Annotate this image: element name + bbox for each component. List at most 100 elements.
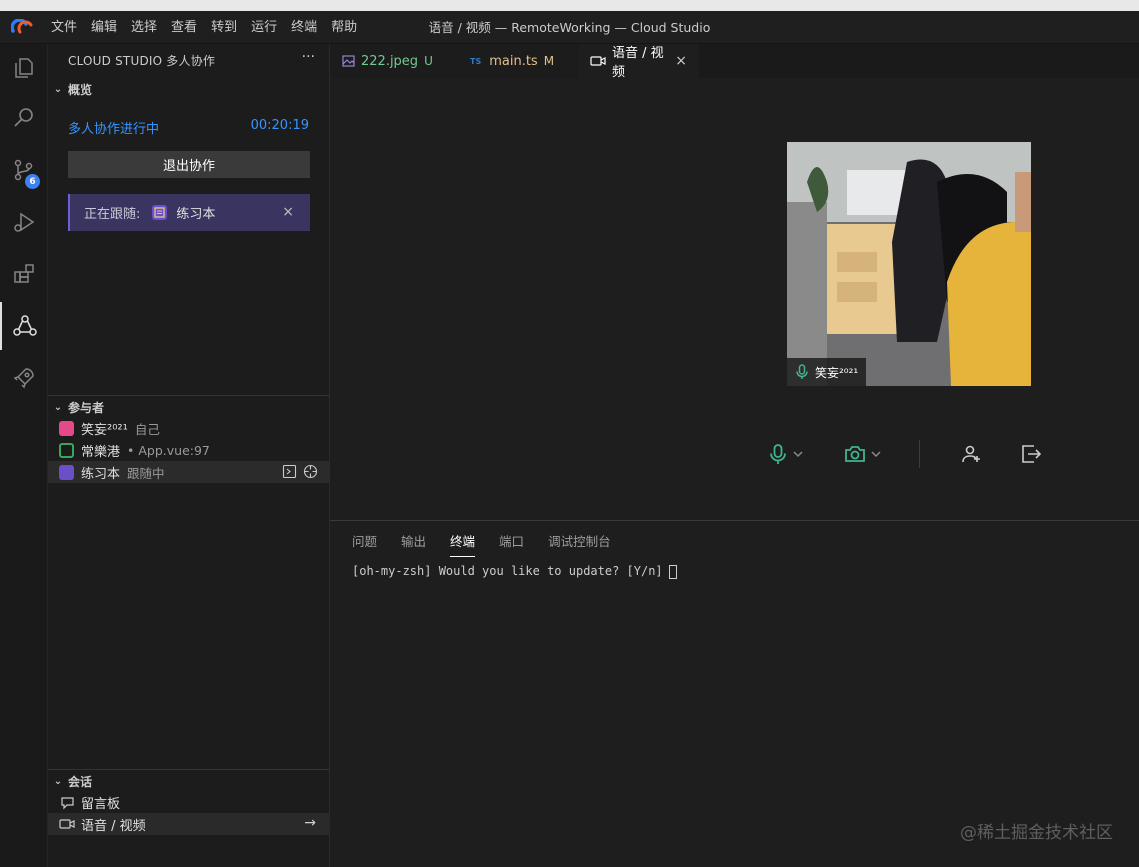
- participant-row[interactable]: 笑妄²⁰²¹ 自己: [48, 417, 330, 439]
- comment-icon: [59, 794, 75, 810]
- title-bar: 文件 编辑 选择 查看 转到 运行 终端 帮助 语音 / 视频 — Remote…: [0, 11, 1139, 44]
- video-frame-image: [787, 142, 1031, 386]
- conversation-item-message-board[interactable]: 留言板: [48, 791, 330, 813]
- ts-icon: TS: [470, 56, 482, 66]
- tab-status: U: [424, 54, 433, 68]
- window-top-strip: [0, 0, 1139, 11]
- tab-problems[interactable]: 问题: [352, 531, 377, 557]
- participant-video-feed: 笑妄²⁰²¹: [787, 142, 1031, 386]
- chevron-down-icon[interactable]: [870, 448, 882, 460]
- section-participants-title: 参与者: [68, 400, 105, 415]
- menu-terminal[interactable]: 终端: [284, 11, 324, 44]
- conversation-label: 留言板: [81, 796, 121, 812]
- camera-control[interactable]: [844, 440, 882, 468]
- video-participant-name: 笑妄²⁰²¹: [815, 365, 859, 380]
- leave-call-button[interactable]: [1020, 440, 1042, 468]
- avatar: [59, 420, 74, 436]
- video-call-view: 笑妄²⁰²¹: [330, 78, 1139, 520]
- rocket-icon[interactable]: [0, 354, 48, 402]
- source-control-icon[interactable]: 6: [0, 146, 48, 194]
- section-conversation[interactable]: ⌄ 会话: [48, 770, 330, 792]
- files-icon[interactable]: [0, 44, 48, 92]
- tab-terminal[interactable]: 终端: [450, 531, 476, 557]
- section-conversation-title: 会话: [68, 774, 93, 789]
- menu-help[interactable]: 帮助: [324, 11, 364, 44]
- camera-icon[interactable]: [844, 444, 866, 464]
- video-icon: [59, 816, 75, 832]
- section-overview-title: 概览: [68, 82, 93, 97]
- controls-divider: [919, 440, 920, 468]
- invite-participant-button[interactable]: [961, 440, 983, 468]
- crosshair-icon[interactable]: [303, 464, 318, 479]
- tab-image[interactable]: 222.jpeg U: [330, 44, 458, 78]
- cloud-studio-logo-icon: [10, 15, 34, 39]
- video-icon: [590, 55, 606, 67]
- chevron-down-icon[interactable]: [792, 448, 804, 460]
- participant-name: 练习本: [81, 466, 121, 482]
- collaboration-icon[interactable]: [0, 302, 48, 350]
- menu-edit[interactable]: 编辑: [84, 11, 124, 44]
- exit-icon[interactable]: [1020, 444, 1042, 464]
- tab-voice-video[interactable]: 语音 / 视频 ×: [578, 44, 700, 80]
- menu-go[interactable]: 转到: [204, 11, 244, 44]
- participant-row[interactable]: 练习本 跟随中: [48, 461, 330, 483]
- microphone-control[interactable]: [768, 440, 804, 468]
- participant-detail: 自己: [134, 421, 160, 437]
- avatar: [59, 442, 74, 458]
- chevron-down-icon: ⌄: [53, 775, 63, 787]
- following-name: 练习本: [176, 207, 216, 222]
- source-control-badge: 6: [25, 174, 40, 189]
- chevron-down-icon: ⌄: [53, 83, 63, 95]
- tab-label: 222.jpeg: [361, 53, 419, 69]
- add-user-icon[interactable]: [961, 444, 983, 464]
- terminal-cursor: [668, 564, 677, 579]
- sidebar-header-title: CLOUD STUDIO 多人协作: [68, 54, 216, 68]
- tab-output[interactable]: 输出: [401, 531, 426, 557]
- microphone-icon[interactable]: [768, 443, 788, 465]
- section-participants[interactable]: ⌄ 参与者: [48, 396, 330, 418]
- bottom-panel: 问题 输出 终端 端口 调试控制台 [oh-my-zsh] Would you …: [330, 520, 1139, 867]
- collaboration-sidebar: CLOUD STUDIO 多人协作 ··· ⌄ 概览 多人协作进行中 00:20…: [48, 44, 330, 867]
- extensions-icon[interactable]: [0, 250, 48, 298]
- more-actions-icon[interactable]: ···: [302, 49, 315, 65]
- conversation-item-voice-video[interactable]: 语音 / 视频 →: [48, 813, 330, 835]
- image-icon: [342, 55, 355, 67]
- terminal-output[interactable]: [oh-my-zsh] Would you like to update? [Y…: [352, 564, 677, 579]
- tab-debug-console[interactable]: 调试控制台: [548, 531, 611, 557]
- participant-name: 笑妄²⁰²¹: [81, 422, 128, 438]
- avatar: [59, 464, 74, 480]
- section-overview[interactable]: ⌄ 概览: [48, 78, 330, 100]
- close-icon[interactable]: ×: [282, 204, 294, 220]
- menu-run[interactable]: 运行: [244, 11, 284, 44]
- tab-main-ts[interactable]: TS main.ts M: [458, 44, 578, 78]
- tab-label: main.ts: [489, 53, 538, 69]
- activity-bar: 6: [0, 44, 48, 867]
- terminal-line: [oh-my-zsh] Would you like to update? [Y…: [352, 564, 663, 578]
- participant-row[interactable]: 常樂港 • App.vue:97: [48, 439, 330, 461]
- menu-selection[interactable]: 选择: [124, 11, 164, 44]
- chevron-down-icon: ⌄: [53, 401, 63, 413]
- arrow-right-icon[interactable]: →: [304, 815, 316, 831]
- menu-view[interactable]: 查看: [164, 11, 204, 44]
- tab-label: 语音 / 视频: [612, 46, 664, 80]
- participant-detail: • App.vue:97: [127, 442, 210, 458]
- run-debug-icon[interactable]: [0, 198, 48, 246]
- video-participant-label: 笑妄²⁰²¹: [787, 358, 867, 386]
- tab-status: M: [543, 54, 555, 68]
- avatar: [152, 205, 168, 220]
- editor-tabs: 222.jpeg U TS main.ts M 语音 / 视频 ×: [330, 44, 1139, 80]
- conversation-label: 语音 / 视频: [81, 818, 146, 834]
- collab-status-text: 多人协作进行中: [68, 122, 160, 137]
- terminal-follow-icon[interactable]: [282, 464, 297, 479]
- exit-collaboration-button[interactable]: 退出协作: [68, 151, 310, 178]
- menu-file[interactable]: 文件: [44, 11, 84, 44]
- participant-actions: [282, 464, 318, 479]
- microphone-icon: [796, 364, 808, 379]
- participant-detail: 跟随中: [127, 465, 165, 481]
- search-icon[interactable]: [0, 94, 48, 142]
- close-icon[interactable]: ×: [675, 53, 687, 69]
- collab-elapsed-time: 00:20:19: [250, 118, 309, 133]
- tab-ports[interactable]: 端口: [499, 531, 524, 557]
- menu-bar: 文件 编辑 选择 查看 转到 运行 终端 帮助: [44, 11, 364, 44]
- panel-tabs: 问题 输出 终端 端口 调试控制台: [352, 531, 611, 557]
